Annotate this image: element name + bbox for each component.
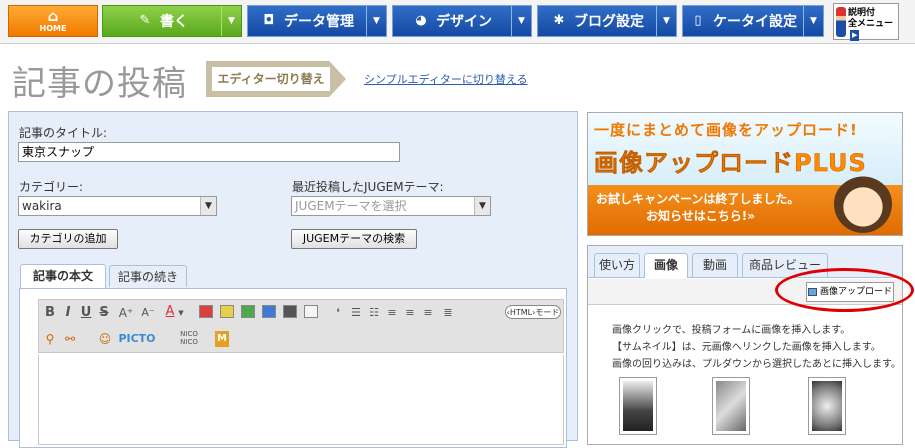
title-label: 記事のタイトル:	[19, 126, 108, 140]
image-thumbnail[interactable]	[619, 377, 657, 435]
image-thumbnail[interactable]	[712, 377, 750, 435]
link-icon[interactable]: ⚲	[43, 330, 57, 348]
banner-line4: お知らせはこちら!»	[646, 209, 755, 223]
category-value: wakira	[22, 199, 62, 213]
add-category-button[interactable]: カテゴリの追加	[18, 229, 118, 249]
align-left-icon[interactable]: ≡	[385, 304, 399, 322]
home-icon: ⌂	[47, 7, 59, 25]
help-line2: 全メニュー	[848, 19, 894, 29]
font-size-down-button[interactable]: A⁻	[139, 304, 157, 322]
banner-line2: 画像アップロードPLUS	[594, 149, 867, 178]
top-navigation: ⌂ HOME ✎ 書く ▼ ◘ データ管理 ▼ ◕ デザイン ▼ ✱ ブログ設定 ▼ ▯…	[0, 0, 915, 44]
design-button[interactable]: ◕ デザイン ▼	[392, 5, 532, 37]
unlink-icon[interactable]: ⚯	[63, 330, 77, 348]
niconico-button[interactable]: NICO NICO	[171, 330, 207, 348]
color-swatch-gray[interactable]	[283, 305, 297, 318]
category-label: カテゴリー:	[19, 180, 84, 194]
m-button[interactable]: M	[215, 331, 229, 347]
strike-button[interactable]: S	[97, 304, 111, 322]
editor-toolbar: B I U S A⁺ A⁻ A ▼ ❛ ☰ ☷ ≡ ≡ ≡ ≣ ‹HTML›モー…	[38, 299, 564, 353]
home-label: HOME	[39, 24, 67, 33]
blog-settings-label: ブログ設定	[574, 14, 644, 30]
simple-editor-link[interactable]: シンプルエディターに切り替える	[364, 71, 528, 87]
camera-icon: ◘	[263, 13, 275, 28]
list-bullet-icon[interactable]: ☰	[349, 304, 363, 322]
palette-icon: ◕	[415, 13, 427, 28]
chevron-down-icon[interactable]: ▼	[656, 6, 676, 36]
emoji-icon[interactable]: ☺	[97, 330, 113, 348]
banner-line3: お試しキャンペーンは終了しました。	[596, 192, 800, 206]
tab-main-text[interactable]: 記事の本文	[20, 264, 106, 288]
image-thumbnail[interactable]	[808, 377, 846, 435]
data-management-button[interactable]: ◘ データ管理 ▼	[247, 5, 387, 37]
list-number-icon[interactable]: ☷	[367, 304, 381, 322]
info-line: 画像クリックで、投稿フォームに画像を挿入します。	[612, 325, 851, 336]
underline-button[interactable]: U	[79, 304, 93, 322]
color-swatch-blue[interactable]	[262, 305, 276, 318]
category-select[interactable]: wakira ▼	[18, 196, 217, 216]
play-icon: ▶	[850, 30, 860, 41]
upload-info: 画像クリックで、投稿フォームに画像を挿入します。 【サムネイル】は、元画像へリン…	[612, 322, 901, 373]
full-menu-help-button[interactable]: 説明付 全メニュー▶	[833, 3, 899, 41]
tab-continued-text[interactable]: 記事の続き	[109, 265, 187, 287]
thumbnail-photo	[623, 381, 653, 431]
bold-button[interactable]: B	[43, 304, 57, 322]
chevron-down-icon[interactable]: ▼	[511, 6, 531, 36]
editor-area: B I U S A⁺ A⁻ A ▼ ❛ ☰ ☷ ≡ ≡ ≡ ≣ ‹HTML›モー…	[19, 288, 567, 448]
mobile-settings-button[interactable]: ▯ ケータイ設定 ▼	[682, 5, 824, 37]
chevron-down-icon: ▼	[200, 197, 216, 215]
write-label: 書く	[160, 14, 188, 30]
gear-icon: ✱	[553, 13, 565, 28]
info-line: 画像の回り込みは、プルダウンから選択したあとに挿入します。	[612, 359, 901, 370]
align-right-icon[interactable]: ≡	[421, 304, 435, 322]
color-swatch-white[interactable]	[304, 305, 318, 318]
title-input[interactable]: 東京スナップ	[18, 142, 400, 162]
tab-image[interactable]: 画像	[644, 253, 688, 278]
guide-person-icon	[836, 7, 846, 37]
theme-label: 最近投稿したJUGEMテーマ:	[292, 180, 444, 194]
mobile-settings-label: ケータイ設定	[713, 14, 797, 30]
picto-button[interactable]: PICTO	[115, 330, 159, 348]
theme-placeholder: JUGEMテーマを選択	[295, 199, 407, 213]
blog-settings-button[interactable]: ✱ ブログ設定 ▼	[537, 5, 677, 37]
pencil-icon: ✎	[139, 13, 151, 28]
phone-icon: ▯	[694, 13, 702, 28]
design-label: デザイン	[436, 14, 492, 30]
banner-line1: 一度にまとめて画像をアップロード!	[594, 121, 858, 139]
home-button[interactable]: ⌂ HOME	[8, 5, 98, 37]
banner-text: お試しキャンペーンは終了しました。 お知らせはこちら!»	[596, 191, 799, 225]
font-color-button[interactable]: A	[163, 303, 177, 321]
theme-search-button[interactable]: JUGEMテーマの検索	[291, 229, 417, 249]
thumbnail-photo	[716, 381, 746, 431]
image-upload-plus-banner[interactable]: 一度にまとめて画像をアップロード! 画像アップロードPLUS お試しキャンペーン…	[587, 112, 903, 236]
chevron-down-icon[interactable]: ▼	[177, 304, 185, 322]
quote-icon[interactable]: ❛	[331, 304, 345, 322]
page-title: 記事の投稿	[12, 64, 187, 104]
align-center-icon[interactable]: ≡	[403, 304, 417, 322]
help-line1: 説明付	[848, 8, 876, 18]
chevron-down-icon[interactable]: ▼	[803, 6, 823, 36]
theme-select[interactable]: JUGEMテーマを選択 ▼	[291, 196, 491, 216]
write-menu-button[interactable]: ✎ 書く ▼	[102, 5, 242, 37]
tab-video[interactable]: 動画	[692, 253, 738, 277]
post-form-panel: 記事のタイトル: 東京スナップ カテゴリー: wakira ▼ カテゴリの追加 …	[8, 111, 578, 448]
editor-switch-label: エディター切り替え	[206, 61, 346, 97]
mascot-character	[834, 175, 892, 233]
color-swatch-yellow[interactable]	[220, 305, 234, 318]
data-label: データ管理	[284, 14, 354, 30]
info-line: 【サムネイル】は、元画像へリンクした画像を挿入します。	[612, 342, 881, 353]
chevron-down-icon[interactable]: ▼	[366, 6, 386, 36]
color-swatch-red[interactable]	[199, 305, 213, 318]
editor-body[interactable]	[38, 355, 564, 445]
html-mode-button[interactable]: ‹HTML›モード	[505, 305, 561, 319]
chevron-down-icon: ▼	[474, 197, 490, 215]
thumbnail-photo	[812, 381, 842, 431]
align-justify-icon[interactable]: ≣	[441, 304, 455, 322]
italic-button[interactable]: I	[61, 304, 75, 322]
color-swatch-green[interactable]	[241, 305, 255, 318]
font-size-up-button[interactable]: A⁺	[117, 304, 135, 322]
highlight-circle	[775, 268, 914, 312]
tab-howto[interactable]: 使い方	[594, 253, 640, 277]
chevron-down-icon[interactable]: ▼	[221, 6, 241, 36]
